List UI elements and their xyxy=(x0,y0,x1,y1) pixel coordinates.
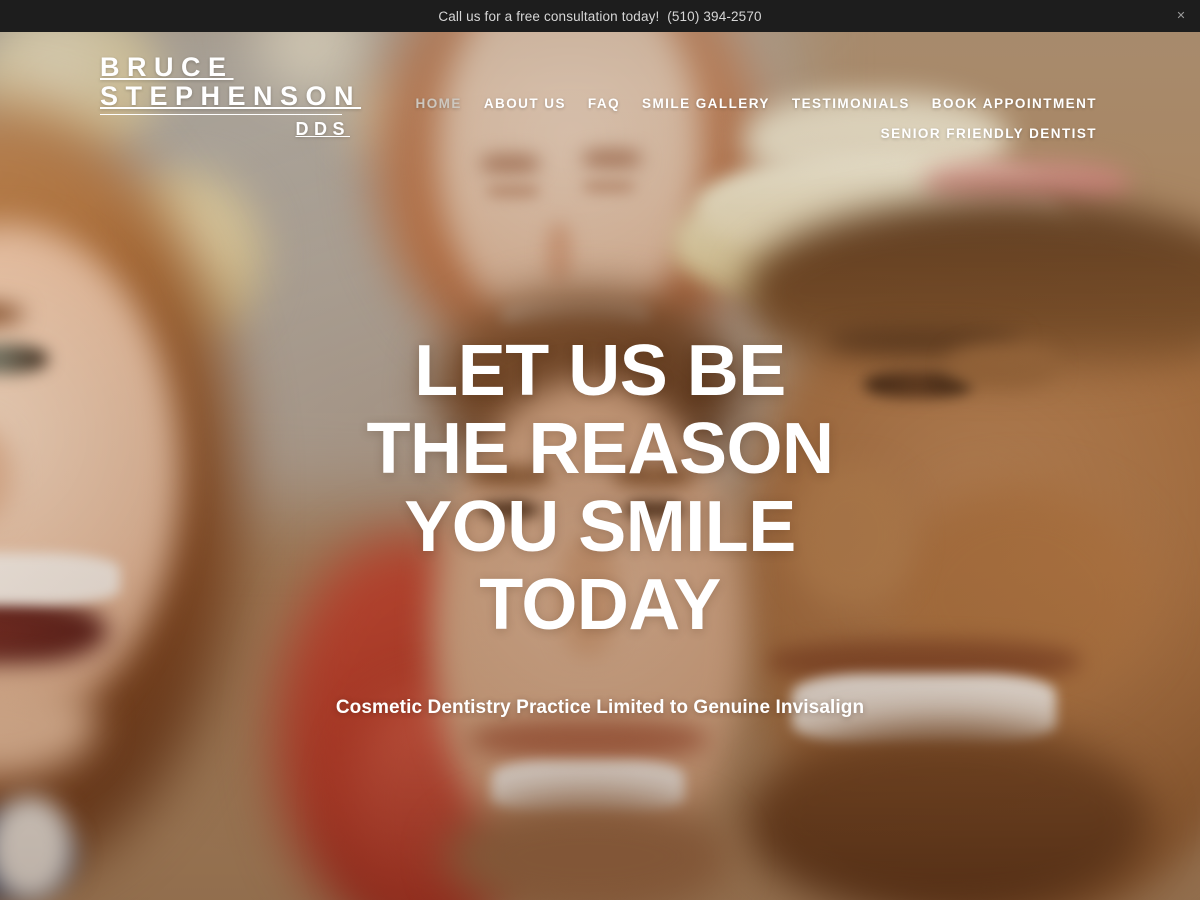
photo-detail xyxy=(624,500,684,519)
hero-section: LET US BE THE REASON YOU SMILE TODAY Cos… xyxy=(0,32,1200,900)
photo-detail xyxy=(582,179,636,194)
nav-item-book-appointment[interactable]: BOOK APPOINTMENT xyxy=(932,92,1097,115)
photo-detail xyxy=(792,466,912,605)
announcement-text: Call us for a free consultation today! (… xyxy=(438,8,762,24)
nav-item-faq[interactable]: FAQ xyxy=(588,92,620,115)
close-icon[interactable]: ✕ xyxy=(1173,8,1189,24)
nav-row-secondary: SENIOR FRIENDLY DENTIST xyxy=(437,122,1097,145)
photo-detail xyxy=(0,552,120,605)
logo-line-first-name: BRUCE xyxy=(100,52,234,82)
photo-detail xyxy=(948,344,1056,388)
main-navigation: HOME ABOUT US FAQ SMILE GALLERY TESTIMONIALS… xyxy=(416,92,1097,145)
photo-detail xyxy=(612,466,696,487)
photo-detail xyxy=(480,500,540,519)
site-logo[interactable]: BRUCE STEPHENSON DDS xyxy=(100,52,354,142)
nav-item-home[interactable]: HOME xyxy=(416,92,462,115)
photo-detail xyxy=(558,535,618,657)
nav-item-about-us[interactable]: ABOUT US xyxy=(484,92,566,115)
photo-detail xyxy=(468,466,552,487)
photo-detail xyxy=(486,183,540,198)
nav-item-testimonials[interactable]: TESTIMONIALS xyxy=(792,92,910,115)
announcement-bar: Call us for a free consultation today! (… xyxy=(0,0,1200,32)
photo-detail xyxy=(546,222,573,284)
logo-line-last-name: STEPHENSON xyxy=(100,81,354,116)
photo-detail xyxy=(468,717,708,762)
logo-line-credential: DDS xyxy=(295,119,350,140)
nav-row-primary: HOME ABOUT US FAQ SMILE GALLERY TESTIMONIALS… xyxy=(416,92,1097,115)
nav-item-senior-friendly-dentist[interactable]: SENIOR FRIENDLY DENTIST xyxy=(881,122,1097,145)
nav-item-smile-gallery[interactable]: SMILE GALLERY xyxy=(642,92,770,115)
photo-detail xyxy=(744,726,1152,900)
hero-background-photo xyxy=(0,32,1200,900)
